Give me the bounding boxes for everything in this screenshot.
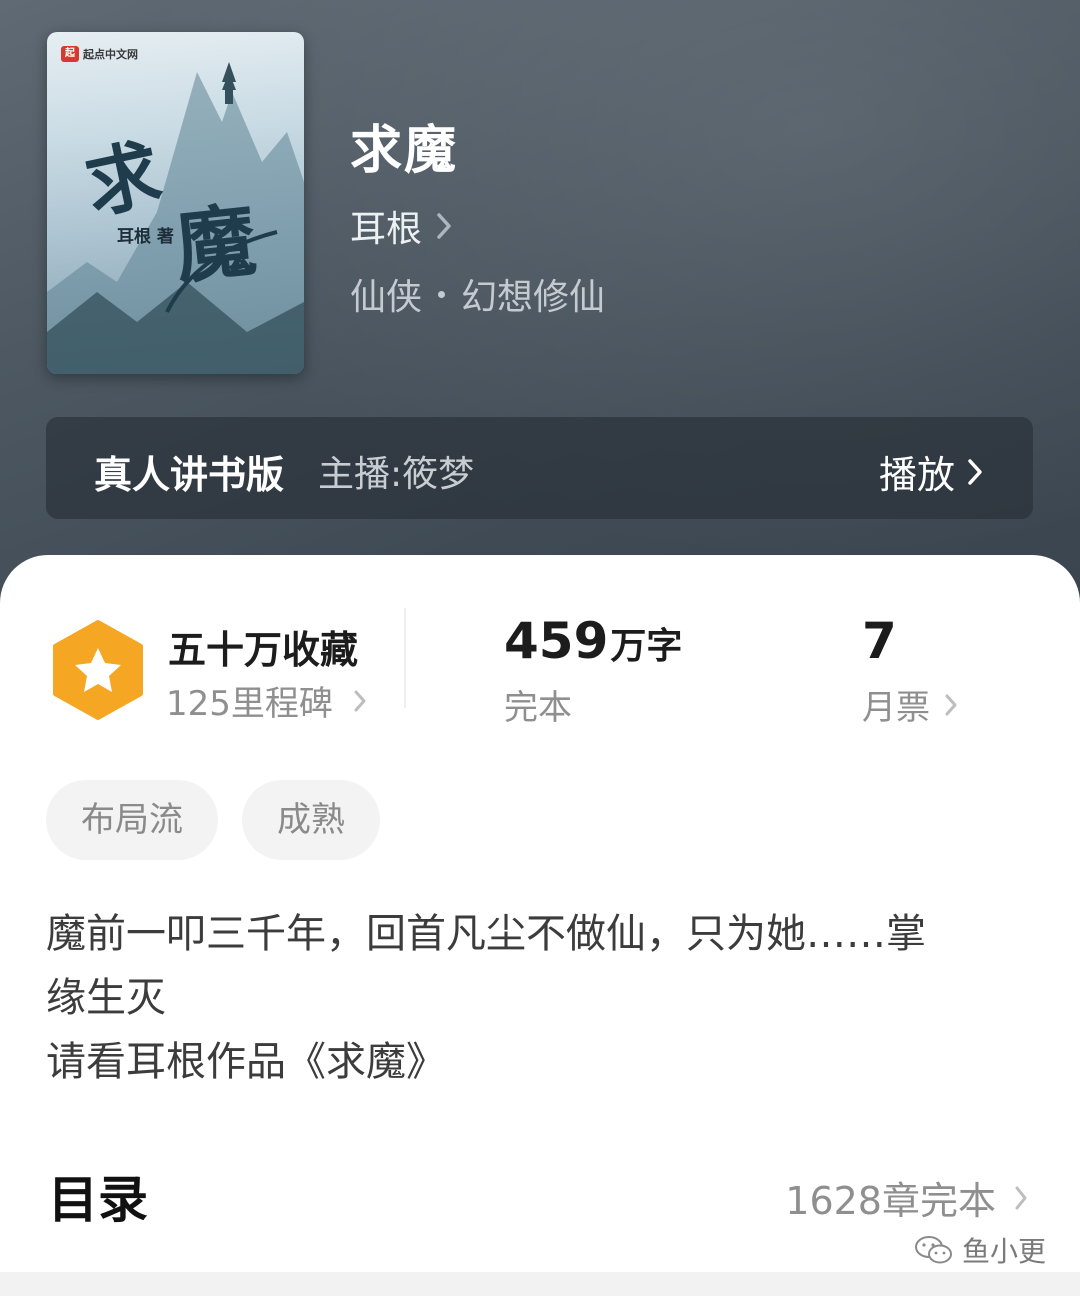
chevron-right-icon [945, 694, 957, 715]
wechat-icon [914, 1236, 952, 1264]
word-count-unit: 万字 [610, 626, 683, 667]
collection-badge-icon [53, 620, 143, 720]
cover-publisher: 起 起点中文网 [61, 46, 138, 62]
subgenre: 幻想修仙 [461, 277, 606, 318]
toc-title: 目录 [48, 1171, 148, 1229]
monthly-votes-label: 月票 [862, 688, 930, 728]
chapter-count: 1628章完本 [785, 1179, 996, 1223]
audio-label: 真人讲书版 [94, 453, 285, 497]
word-count-number: 459 [504, 612, 609, 670]
chevron-right-icon [1015, 1186, 1027, 1209]
synopsis[interactable]: 魔前一叩三千年，回首凡尘不做仙，只为她……掌 缘生灭 请看耳根作品《求魔》 [46, 902, 1036, 1094]
chevron-right-icon [437, 213, 451, 239]
completion-status: 完本 [504, 688, 572, 728]
word-count: 459 万字 [504, 612, 682, 670]
milestones-label: 125里程碑 [166, 684, 333, 724]
genre-row: 仙侠 幻想修仙 [350, 268, 605, 320]
chevron-right-icon [354, 690, 366, 711]
watermark: 鱼小更 [914, 1230, 1046, 1270]
book-title: 求魔 [350, 120, 459, 181]
collection-count: 五十万收藏 [168, 628, 359, 672]
monthly-votes-count: 7 [862, 612, 897, 670]
bottom-strip [0, 1272, 1080, 1296]
milestones-link[interactable]: 125里程碑 [166, 676, 367, 725]
genre: 仙侠 [350, 277, 423, 318]
audio-book-bar[interactable]: 真人讲书版 主播:筱梦 播放 [46, 417, 1033, 519]
separator-dot [438, 290, 446, 298]
cover-title-char-2: 魔 [170, 193, 261, 295]
synopsis-line: 请看耳根作品《求魔》 [46, 1039, 446, 1085]
play-button[interactable]: 播放 [879, 444, 983, 499]
publisher-logo: 起 [61, 46, 79, 62]
watermark-text: 鱼小更 [961, 1235, 1046, 1268]
toc-link[interactable]: 1628章完本 [785, 1170, 1028, 1225]
play-label: 播放 [878, 453, 955, 497]
book-cover[interactable]: 起 起点中文网 求 魔 耳根 著 [47, 32, 304, 374]
audio-host: 主播:筱梦 [318, 454, 475, 495]
synopsis-line: 缘生灭 [46, 975, 166, 1021]
monthly-votes-link[interactable]: 月票 [862, 680, 958, 729]
synopsis-line: 魔前一叩三千年，回首凡尘不做仙，只为她……掌 [46, 911, 926, 957]
publisher-name: 起点中文网 [83, 48, 138, 61]
stats-divider [404, 608, 406, 708]
tag-mature[interactable]: 成熟 [242, 780, 380, 860]
author-name: 耳根 [350, 209, 423, 250]
author-link[interactable]: 耳根 [350, 200, 452, 252]
chevron-right-icon [968, 458, 982, 485]
cover-author-mark: 耳根 著 [117, 227, 174, 247]
tag-layout[interactable]: 布局流 [46, 780, 218, 860]
